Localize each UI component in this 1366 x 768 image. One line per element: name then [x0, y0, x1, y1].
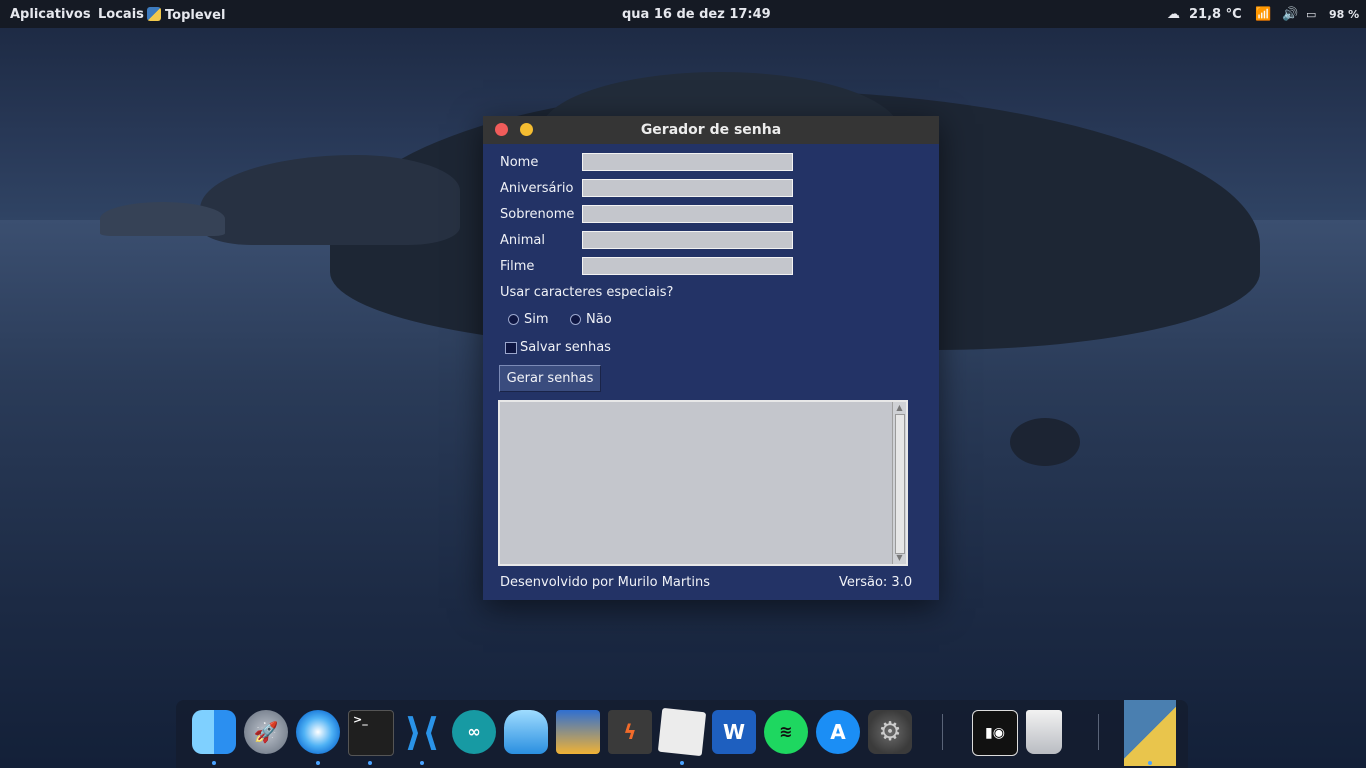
- scrollbar-thumb[interactable]: [895, 414, 905, 554]
- rocket-icon: 🚀: [253, 720, 279, 744]
- active-app-menu[interactable]: Toplevel: [147, 7, 225, 23]
- running-indicator: [368, 761, 372, 765]
- movie-field[interactable]: [582, 257, 793, 275]
- python-app-icon[interactable]: [1124, 700, 1176, 766]
- generate-passwords-button[interactable]: Gerar senhas: [499, 365, 601, 392]
- gear-icon: ⚙: [878, 717, 902, 747]
- prompt-icon: >_: [353, 713, 368, 726]
- arduino-icon[interactable]: ∞: [452, 710, 496, 754]
- radio-no[interactable]: [570, 314, 581, 325]
- radio-no-label[interactable]: Não: [586, 312, 612, 327]
- active-app-label: Toplevel: [165, 8, 226, 23]
- running-indicator: [212, 761, 216, 765]
- sublime-glyph-icon: ϟ: [623, 720, 637, 744]
- password-generator-window: Gerador de senha Nome Aniversário Sobren…: [483, 116, 939, 600]
- special-chars-question: Usar caracteres especiais?: [500, 285, 674, 300]
- minimize-button[interactable]: [520, 123, 533, 136]
- scroll-up-icon[interactable]: ▲: [894, 403, 905, 413]
- movie-label: Filme: [500, 259, 535, 274]
- media-icon[interactable]: ▮◉: [972, 710, 1018, 756]
- output-scrollbar[interactable]: ▲ ▼: [892, 402, 906, 564]
- name-field[interactable]: [582, 153, 793, 171]
- weather-icon[interactable]: ☁: [1167, 7, 1180, 22]
- close-button[interactable]: [495, 123, 508, 136]
- media-glyph-icon: ▮◉: [985, 725, 1005, 741]
- clock[interactable]: qua 16 de dez 17:49: [622, 7, 771, 22]
- surname-label: Sobrenome: [500, 207, 575, 222]
- places-menu[interactable]: Locais: [98, 7, 144, 22]
- vscode-icon[interactable]: ⟩⟨: [400, 710, 444, 754]
- radio-yes-label[interactable]: Sim: [524, 312, 549, 327]
- birthday-label: Aniversário: [500, 181, 574, 196]
- applications-menu[interactable]: Aplicativos: [10, 7, 91, 22]
- cloud-settings-icon[interactable]: [504, 710, 548, 754]
- infinity-icon: ∞: [467, 722, 481, 741]
- sublime-icon[interactable]: ϟ: [608, 710, 652, 754]
- dock: 🚀 >_ ⟩⟨ ∞ ϟ W ≋ A ⚙ ▮◉: [176, 700, 1188, 768]
- running-indicator: [680, 761, 684, 765]
- temperature[interactable]: 21,8 °C: [1189, 7, 1242, 22]
- battery-level[interactable]: 98 %: [1329, 8, 1359, 21]
- footer-author: Desenvolvido por Murilo Martins: [500, 575, 710, 590]
- app-store-glyph-icon: A: [830, 720, 846, 744]
- word-glyph-icon: W: [722, 720, 746, 744]
- word-icon[interactable]: W: [712, 710, 756, 754]
- wallpaper-rock: [100, 202, 225, 236]
- radio-yes[interactable]: [508, 314, 519, 325]
- top-bar: Aplicativos Locais Toplevel qua 16 de de…: [0, 0, 1366, 28]
- app-store-icon[interactable]: A: [816, 710, 860, 754]
- output-textarea[interactable]: ▲ ▼: [498, 400, 908, 566]
- dock-separator: [942, 714, 943, 750]
- dock-separator: [1098, 714, 1099, 750]
- name-label: Nome: [500, 155, 539, 170]
- footer-version: Versão: 3.0: [839, 575, 913, 590]
- scroll-down-icon[interactable]: ▼: [894, 553, 905, 563]
- launchpad-icon[interactable]: 🚀: [244, 710, 288, 754]
- save-passwords-label[interactable]: Salvar senhas: [520, 340, 611, 355]
- wifi-icon[interactable]: 📶: [1255, 7, 1271, 22]
- window-title: Gerador de senha: [640, 122, 782, 138]
- trash-icon[interactable]: [1026, 710, 1062, 754]
- save-passwords-checkbox[interactable]: [505, 342, 517, 354]
- animal-field[interactable]: [582, 231, 793, 249]
- safari-icon[interactable]: [296, 710, 340, 754]
- volume-icon[interactable]: 🔊: [1282, 7, 1298, 22]
- battery-icon[interactable]: ▭: [1306, 8, 1316, 21]
- running-indicator: [316, 761, 320, 765]
- birthday-field[interactable]: [582, 179, 793, 197]
- presentation-icon[interactable]: [556, 710, 600, 754]
- system-preferences-icon[interactable]: ⚙: [868, 710, 912, 754]
- animal-label: Animal: [500, 233, 545, 248]
- surname-field[interactable]: [582, 205, 793, 223]
- vscode-glyph-icon: ⟩⟨: [404, 710, 440, 754]
- text-editor-icon[interactable]: [657, 707, 707, 757]
- wallpaper-rock-right: [1010, 418, 1080, 466]
- spotify-waves-icon: ≋: [779, 722, 793, 741]
- finder-icon[interactable]: [192, 710, 236, 754]
- terminal-icon[interactable]: >_: [348, 710, 394, 756]
- running-indicator: [1148, 761, 1152, 765]
- python-icon: [147, 7, 161, 21]
- window-titlebar[interactable]: Gerador de senha: [483, 116, 939, 144]
- running-indicator: [420, 761, 424, 765]
- spotify-icon[interactable]: ≋: [764, 710, 808, 754]
